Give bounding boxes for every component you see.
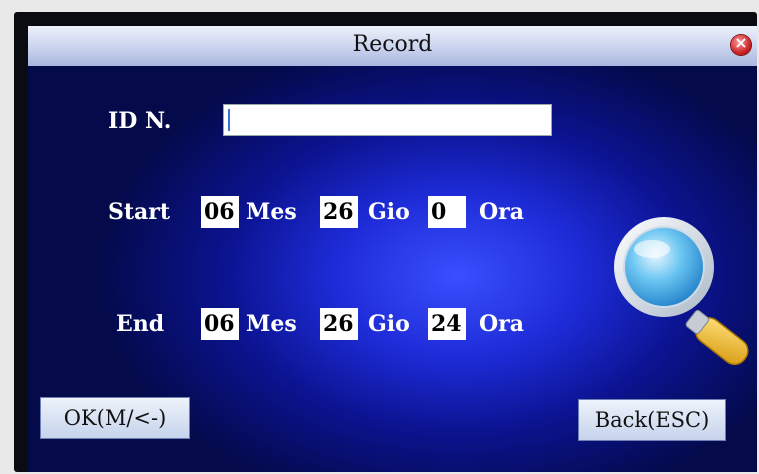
start-hour-unit: Ora (479, 199, 525, 225)
start-day-unit: Gio (368, 199, 410, 225)
end-month-unit: Mes (246, 311, 297, 337)
record-dialog: Record × ID N. Start 06 Mes 26 Gio 0 Ora… (28, 26, 757, 472)
start-month-field[interactable]: 06 (201, 196, 239, 228)
ok-button[interactable]: OK(M/<-) (40, 397, 190, 439)
end-day-field[interactable]: 26 (320, 308, 358, 340)
back-button[interactable]: Back(ESC) (578, 399, 726, 441)
end-hour-field[interactable]: 24 (428, 308, 466, 340)
end-month-field[interactable]: 06 (201, 308, 239, 340)
end-label: End (116, 311, 165, 337)
start-label: Start (108, 199, 171, 225)
id-label: ID N. (108, 108, 172, 134)
magnifier-icon (612, 211, 757, 375)
text-caret (228, 109, 230, 131)
close-icon[interactable]: × (731, 33, 751, 55)
title-bar: Record × (28, 26, 757, 66)
end-hour-unit: Ora (479, 311, 525, 337)
start-hour-field[interactable]: 0 (428, 196, 466, 228)
window-title: Record (352, 32, 433, 57)
id-input[interactable] (223, 104, 552, 136)
start-day-field[interactable]: 26 (320, 196, 358, 228)
start-month-unit: Mes (246, 199, 297, 225)
end-day-unit: Gio (368, 311, 410, 337)
